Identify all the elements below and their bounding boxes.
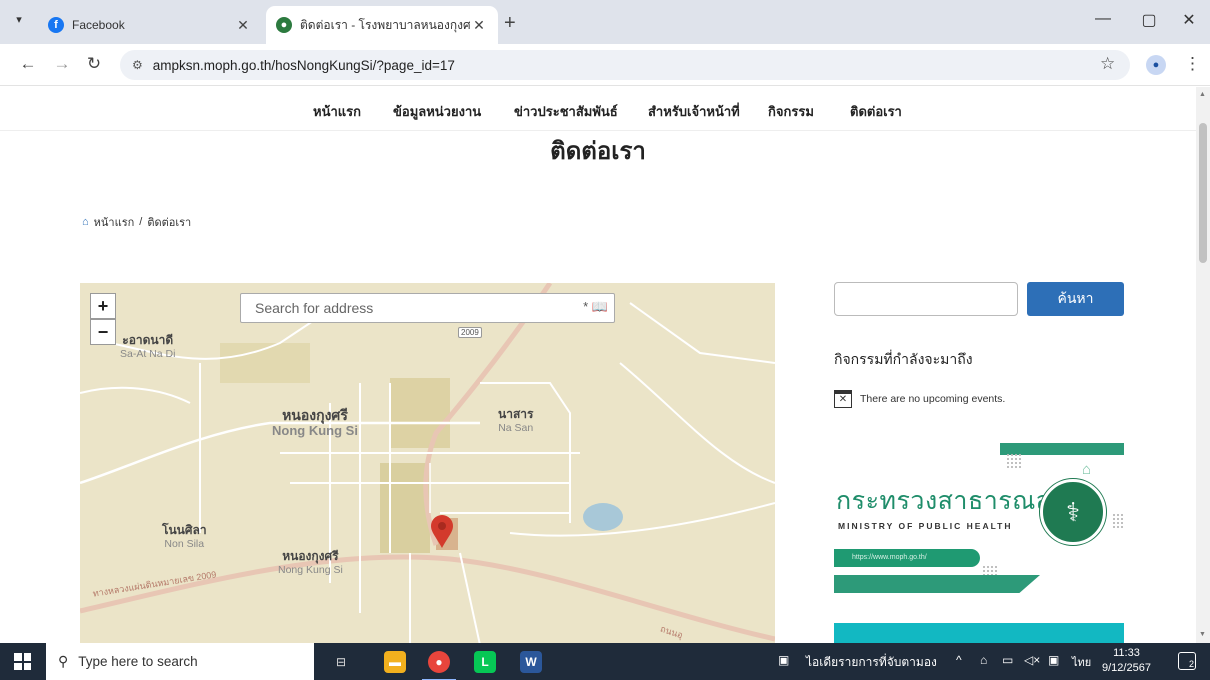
scrollbar-thumb[interactable] — [1199, 123, 1207, 263]
map-search-placeholder: Search for address — [255, 300, 374, 316]
reload-button[interactable]: ↻ — [82, 54, 106, 74]
browser-toolbar: ← → ↻ ⚙ ampksn.moph.go.th/hosNongKungSi/… — [0, 44, 1210, 86]
close-tab-icon[interactable]: ✕ — [234, 17, 252, 34]
display-icon[interactable]: ▭ — [1002, 653, 1013, 667]
site-info-icon[interactable]: ⚙ — [132, 58, 143, 72]
breadcrumb-current: ติดต่อเรา — [147, 217, 192, 229]
page-title: ติดต่อเรา — [550, 138, 646, 165]
line-icon[interactable]: L — [474, 651, 496, 673]
show-hidden-icons[interactable]: ^ — [956, 653, 962, 667]
map-canvas — [80, 283, 775, 643]
site-favicon: ● — [276, 17, 292, 33]
word-icon[interactable]: W — [520, 651, 542, 673]
tab-title: Facebook — [72, 18, 125, 32]
web-page: หน้าแรก ข้อมูลหน่วยงาน ข่าวประชาสัมพันธ์… — [0, 87, 1196, 643]
tab-title: ติดต่อเรา - โรงพยาบาลหนองกุงศรี — [300, 17, 470, 32]
scroll-down-icon[interactable]: ▼ — [1199, 631, 1206, 638]
scroll-up-icon[interactable]: ▲ — [1199, 91, 1206, 98]
map-address-search[interactable]: Search for address * 📖 — [240, 293, 615, 323]
minimize-button[interactable]: — — [1080, 10, 1126, 28]
nav-contact[interactable]: ติดต่อเรา — [850, 101, 902, 122]
breadcrumb: ⌂ หน้าแรก / ติดต่อเรา — [82, 213, 191, 231]
events-list: ✕ There are no upcoming events. — [834, 390, 1005, 408]
close-tab-icon[interactable]: ✕ — [470, 17, 488, 34]
page-scrollbar[interactable]: ▲ ▼ — [1196, 87, 1210, 643]
moph-thai-name: กระทรวงสาธารณสุข — [836, 487, 1070, 515]
task-view-icon[interactable]: ⊟ — [330, 651, 352, 673]
home-outline-icon: ⌂ — [1082, 461, 1092, 478]
clock-time: 11:33 — [1113, 647, 1140, 659]
dot-pattern — [1006, 453, 1022, 469]
file-explorer-icon[interactable]: ▬ — [384, 651, 406, 673]
app-tray-icon[interactable]: ▣ — [1048, 653, 1059, 667]
location-marker-icon[interactable] — [430, 515, 454, 549]
search-icon: ⚲ — [58, 653, 69, 669]
back-button[interactable]: ← — [16, 54, 40, 74]
moph-english-name: MINISTRY OF PUBLIC HEALTH — [838, 521, 1013, 531]
second-banner[interactable] — [834, 623, 1124, 643]
breadcrumb-separator: / — [139, 216, 143, 228]
network-icon[interactable]: ⌂ — [980, 653, 987, 667]
dot-pattern — [1112, 513, 1124, 529]
map-book-icon[interactable]: * 📖 — [583, 299, 608, 315]
search-button[interactable]: ค้นหา — [1027, 282, 1124, 316]
nav-staff[interactable]: สำหรับเจ้าหน้าที่ — [648, 101, 740, 122]
moph-url-pill: https://www.moph.go.th/ — [834, 549, 980, 567]
nav-about[interactable]: ข้อมูลหน่วยงาน — [393, 101, 481, 122]
chrome-icon[interactable]: ● — [422, 651, 456, 680]
facebook-icon: f — [48, 17, 64, 33]
nav-home[interactable]: หน้าแรก — [313, 101, 361, 122]
moph-seal-logo: ⚕ — [1040, 479, 1106, 545]
browser-menu-icon[interactable]: ⋮ — [1184, 54, 1201, 74]
tab-search-button[interactable]: ▾ — [8, 8, 30, 30]
zoom-in-button[interactable]: + — [90, 293, 116, 319]
new-tab-button[interactable]: + — [504, 12, 516, 35]
url-text: ampksn.moph.go.th/hosNongKungSi/?page_id… — [152, 57, 455, 73]
location-map[interactable]: + − Search for address * 📖 2009 ะอาดนาดี… — [80, 283, 775, 643]
route-number-badge: 2009 — [458, 327, 482, 338]
tab-contact-page[interactable]: ● ติดต่อเรา - โรงพยาบาลหนองกุงศรี ✕ — [266, 6, 498, 44]
zoom-out-button[interactable]: − — [90, 319, 116, 345]
profile-avatar[interactable]: ● — [1146, 55, 1166, 75]
taskbar-search-placeholder: Type here to search — [78, 654, 198, 669]
bookmark-star-icon[interactable]: ☆ — [1100, 54, 1115, 74]
tab-facebook[interactable]: f Facebook ✕ — [38, 6, 262, 44]
events-widget-title: กิจกรรมที่กำลังจะมาถึง — [834, 351, 973, 367]
nav-news[interactable]: ข่าวประชาสัมพันธ์ — [514, 101, 618, 122]
no-events-text: There are no upcoming events. — [860, 393, 1006, 405]
sidebar-search-input[interactable] — [834, 282, 1018, 316]
taskbar-search-box[interactable]: ⚲ Type here to search — [46, 643, 314, 680]
site-main-nav: หน้าแรก ข้อมูลหน่วยงาน ข่าวประชาสัมพันธ์… — [0, 87, 1196, 131]
forward-button[interactable]: → — [50, 54, 74, 74]
news-widget-icon[interactable]: ▣ — [778, 653, 789, 667]
nav-activities[interactable]: กิจกรรม — [768, 101, 814, 122]
calendar-icon: ✕ — [834, 390, 852, 408]
windows-taskbar: ⚲ Type here to search ⊟ ▬ ● L W ▣ ไอเดีย… — [0, 643, 1210, 680]
address-bar[interactable]: ⚙ ampksn.moph.go.th/hosNongKungSi/?page_… — [120, 50, 1130, 80]
moph-banner[interactable]: ⌂ กระทรวงสาธารณสุข MINISTRY OF PUBLIC HE… — [834, 443, 1124, 595]
map-label: หนองกุงศรี Nong Kung Si — [272, 407, 358, 438]
close-window-button[interactable]: ✕ — [1166, 10, 1210, 30]
volume-icon[interactable]: ◁× — [1024, 653, 1040, 667]
windows-start-icon[interactable] — [14, 653, 31, 670]
map-label: หนองกุงศรี Nong Kung Si — [278, 549, 343, 576]
map-label: ะอาดนาดี Sa-At Na Di — [120, 333, 176, 360]
home-icon[interactable]: ⌂ — [82, 216, 89, 228]
banner-stripe — [834, 575, 1040, 593]
system-clock[interactable]: 11:33 9/12/2567 — [1102, 646, 1151, 676]
clock-date: 9/12/2567 — [1102, 662, 1151, 674]
news-widget-text[interactable]: ไอเดียรายการที่จับตามอง — [806, 653, 937, 672]
browser-tab-strip: ▾ f Facebook ✕ ● ติดต่อเรา - โรงพยาบาลหน… — [0, 0, 1210, 44]
map-label: นาสาร Na San — [498, 407, 534, 434]
map-label: โนนศิลา Non Sila — [162, 523, 207, 550]
language-indicator[interactable]: ไทย — [1072, 653, 1091, 671]
breadcrumb-home-link[interactable]: หน้าแรก — [94, 213, 135, 231]
notification-icon[interactable]: 2 — [1178, 652, 1196, 670]
